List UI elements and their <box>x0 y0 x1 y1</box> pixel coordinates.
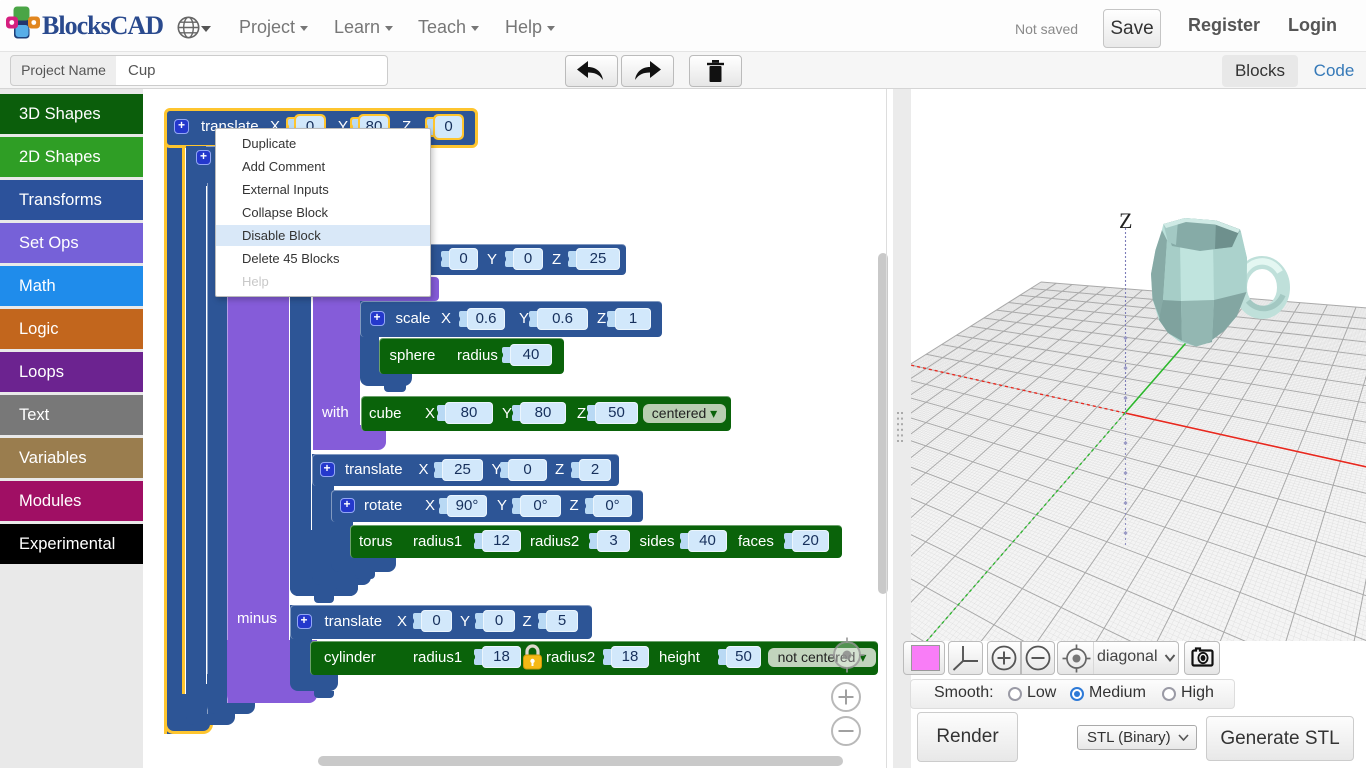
svg-text:Z: Z <box>1119 208 1132 233</box>
